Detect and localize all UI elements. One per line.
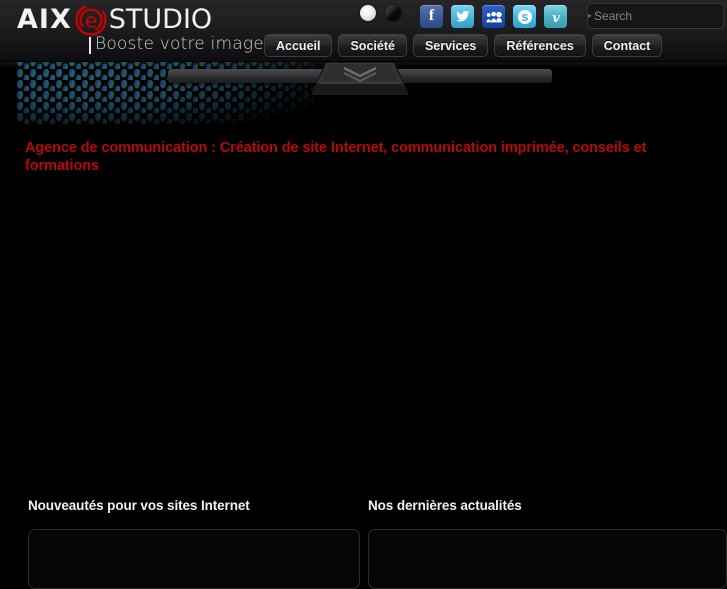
logo-text-aix: AIX — [17, 4, 72, 35]
nav-item-services[interactable]: Services — [412, 34, 489, 57]
twitter-icon[interactable] — [451, 5, 474, 28]
facebook-icon[interactable]: f — [420, 5, 443, 28]
myspace-icon[interactable] — [482, 5, 505, 28]
logo-text-studio: STUDIO — [108, 4, 213, 35]
vimeo-icon[interactable]: v — [544, 5, 567, 28]
search-box[interactable]: ▸ — [587, 3, 727, 29]
column-right-content-box[interactable] — [368, 529, 727, 589]
column-nouveautes: Nouveautés pour vos sites Internet — [28, 498, 360, 589]
nav-item-contact[interactable]: Contact — [591, 34, 663, 57]
column-left-content-box[interactable] — [28, 529, 360, 589]
logo-e-icon: e — [74, 3, 108, 37]
nav-item-accueil[interactable]: Accueil — [264, 34, 333, 57]
style-switcher-dark-dot[interactable] — [385, 5, 401, 21]
search-input[interactable] — [592, 4, 727, 28]
column-actualites: Nos dernières actualités — [368, 498, 727, 589]
style-switcher-light-dot[interactable] — [360, 5, 376, 21]
svg-text:S: S — [521, 12, 528, 23]
main-navigation: Accueil Société Services Références Cont… — [264, 34, 663, 57]
nav-item-societe[interactable]: Société — [338, 34, 407, 57]
hero-banner — [0, 62, 727, 124]
logo-tagline: Booste votre image — [89, 34, 264, 54]
page-title: Agence de communication : Création de si… — [25, 140, 647, 174]
column-left-title: Nouveautés pour vos sites Internet — [28, 498, 250, 513]
hero-slider-control[interactable] — [311, 62, 409, 97]
logo-wordmark: AIX e STUDIO — [17, 4, 212, 36]
social-links: f S v — [420, 5, 567, 28]
site-logo[interactable]: AIX e STUDIO Booste votre image — [17, 4, 264, 58]
skype-icon[interactable]: S — [513, 5, 536, 28]
site-header: AIX e STUDIO Booste votre image f S v ▸ … — [0, 0, 727, 62]
svg-text:v: v — [552, 11, 560, 24]
svg-text:e: e — [85, 9, 97, 33]
nav-item-references[interactable]: Références — [494, 34, 586, 57]
column-right-title: Nos dernières actualités — [368, 498, 522, 513]
style-switcher — [360, 5, 401, 21]
